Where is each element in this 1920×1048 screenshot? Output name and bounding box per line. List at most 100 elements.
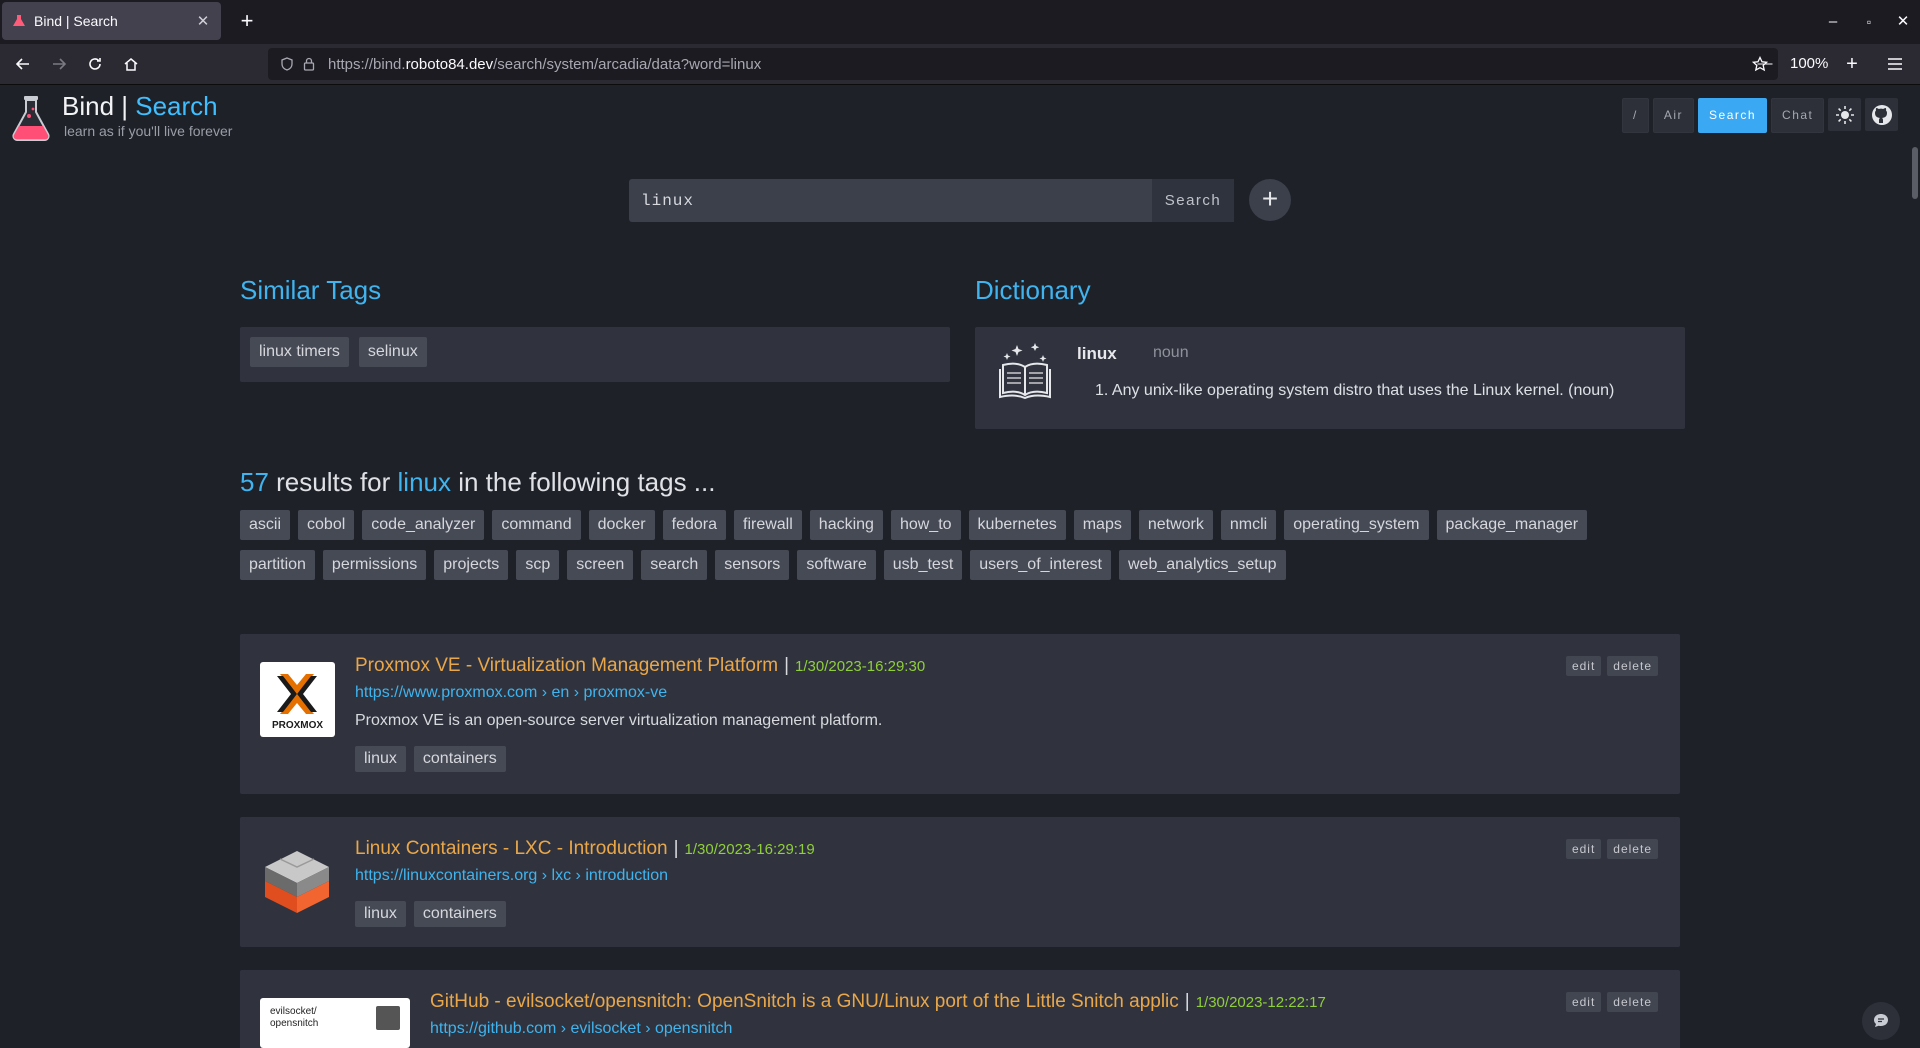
add-button[interactable]: + [1249,179,1291,221]
forward-button[interactable] [45,50,73,78]
similar-tag[interactable]: selinux [358,337,427,367]
result-tag[interactable]: docker [588,510,655,540]
nav-air-button[interactable]: Air [1652,98,1695,133]
edit-button[interactable]: edit [1565,992,1602,1012]
edit-button[interactable]: edit [1565,839,1602,859]
search-bar: Search [629,179,1234,222]
result-tag[interactable]: users_of_interest [970,550,1111,580]
browser-tab[interactable]: Bind | Search ✕ [2,2,221,40]
result-tag[interactable]: hacking [809,510,883,540]
nav-chat-button[interactable]: Chat [1771,98,1825,133]
result-tag[interactable]: sensors [715,550,790,580]
result-timestamp: 1/30/2023-12:22:17 [1195,994,1326,1011]
result-tag[interactable]: nmcli [1220,510,1277,540]
page-content: Bind | Search learn as if you'll live fo… [0,85,1920,1048]
nav-search-button[interactable]: Search [1698,98,1768,133]
result-tag[interactable]: ascii [240,510,291,540]
result-tag[interactable]: how_to [890,510,961,540]
result-title[interactable]: Linux Containers - LXC - Introduction | 1/… [355,838,815,860]
result-item-tag[interactable]: linux [355,901,406,927]
theme-toggle-button[interactable] [1828,98,1862,131]
result-tag[interactable]: permissions [322,550,427,580]
dictionary-part-of-speech: noun [1153,344,1189,361]
back-button[interactable] [9,50,37,78]
result-tag[interactable]: search [641,550,708,580]
result-tag[interactable]: cobol [298,510,355,540]
result-tag[interactable]: network [1138,510,1213,540]
scrollbar-thumb[interactable] [1912,147,1918,199]
result-tag[interactable]: partition [240,550,315,580]
result-title[interactable]: GitHub - evilsocket/opensnitch: OpenSnit… [430,991,1326,1013]
result-tag[interactable]: projects [434,550,509,580]
proxmox-logo-icon: PROXMOX [272,674,323,731]
result-tag[interactable]: package_manager [1436,510,1588,540]
chat-bubble-icon [1874,1014,1888,1027]
result-item-tag[interactable]: containers [413,901,506,927]
edit-button[interactable]: edit [1565,656,1602,676]
similar-tags-title: Similar Tags [240,275,382,305]
result-url[interactable]: https://github.com › evilsocket › opensn… [430,1020,732,1038]
result-url[interactable]: https://linuxcontainers.org › lxc › intr… [355,867,668,885]
result-tag[interactable]: maps [1073,510,1131,540]
result-title[interactable]: Proxmox VE - Virtualization Management P… [355,655,925,677]
delete-button[interactable]: delete [1607,992,1658,1012]
result-thumbnail[interactable]: PROXMOX [260,662,335,737]
result-tag[interactable]: usb_test [883,550,963,580]
close-window-button[interactable]: ✕ [1880,8,1920,36]
result-tag[interactable]: fedora [662,510,726,540]
open-book-icon [999,343,1051,400]
back-arrow-icon [15,58,29,70]
page-scrollbar[interactable] [1908,85,1920,1048]
similar-tag[interactable]: linux timers [250,337,349,367]
result-url[interactable]: https://www.proxmox.com › en › proxmox-v… [355,684,667,702]
zoom-level[interactable]: 100% [1790,50,1828,78]
result-item-tag[interactable]: linux [355,746,406,772]
delete-button[interactable]: delete [1607,656,1658,676]
result-tag[interactable]: code_analyzer [362,510,485,540]
result-tags: linux containers [355,746,506,772]
brand-tagline: learn as if you'll live forever [64,123,233,139]
hamburger-menu-icon [1888,58,1902,70]
tab-title: Bind | Search [34,13,118,29]
results-word: linux [397,467,451,497]
result-tag[interactable]: screen [567,550,634,580]
zoom-out-button[interactable]: — [1755,50,1775,78]
search-button[interactable]: Search [1152,179,1234,222]
search-input[interactable] [629,179,1152,222]
similar-tags-panel: linux timers selinux [240,327,950,382]
delete-button[interactable]: delete [1607,839,1658,859]
reload-icon [89,58,101,70]
browser-tabbar: Bind | Search ✕ + – ▫ ✕ [0,0,1920,44]
result-item-tag[interactable]: containers [413,746,506,772]
github-button[interactable] [1865,98,1899,131]
tab-close-icon[interactable]: ✕ [191,12,215,30]
new-tab-button[interactable]: + [234,9,260,35]
nav-root-button[interactable]: / [1622,98,1649,133]
result-tag[interactable]: firewall [734,510,802,540]
dictionary-title: Dictionary [975,275,1091,305]
result-tag[interactable]: software [797,550,876,580]
menu-button[interactable] [1881,50,1909,78]
zoom-in-button[interactable]: + [1842,50,1862,78]
result-tag[interactable]: web_analytics_setup [1119,550,1286,580]
result-tag[interactable]: operating_system [1284,510,1429,540]
result-tag[interactable]: scp [516,550,560,580]
chat-widget-button[interactable] [1862,1002,1900,1040]
result-timestamp: 1/30/2023-16:29:30 [795,658,926,675]
sun-icon [1835,105,1854,124]
dictionary-definition: 1. Any unix-like operating system distro… [1095,382,1615,399]
lock-icon [303,57,315,71]
result-thumbnail[interactable]: evilsocket/ opensnitch [260,998,410,1048]
result-tag[interactable]: kubernetes [968,510,1066,540]
result-card: Linux Containers - LXC - Introduction | 1/… [240,817,1680,947]
address-bar[interactable]: https://bind.roboto84.dev/search/system/… [268,48,1778,80]
browser-navbar: https://bind.roboto84.dev/search/system/… [0,44,1920,85]
home-button[interactable] [117,50,145,78]
lxc-cube-icon [265,851,329,913]
result-thumbnail[interactable] [260,845,335,920]
flask-favicon-icon [13,15,25,26]
result-tag[interactable]: command [492,510,581,540]
reload-button[interactable] [81,50,109,78]
brand-title[interactable]: Bind | Search [62,91,218,122]
flask-logo-icon [12,96,50,142]
